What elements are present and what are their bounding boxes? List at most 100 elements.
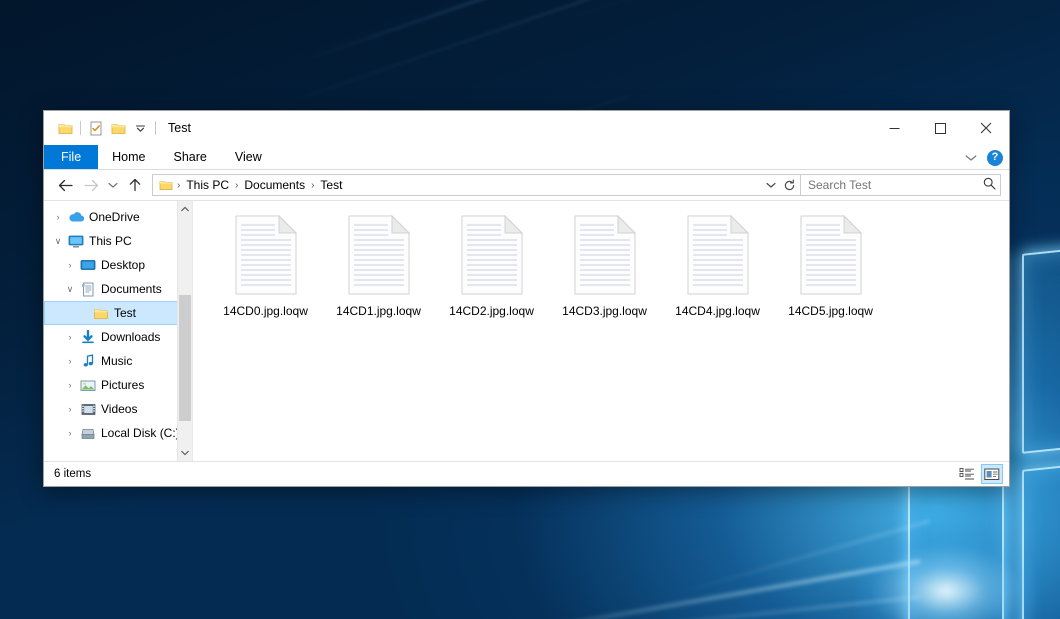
sidebar-item-pictures[interactable]: › Pictures [44,373,192,397]
sidebar-item-onedrive[interactable]: › OneDrive [44,205,192,229]
file-item[interactable]: 14CD4.jpg.loqw [661,215,774,318]
folder-icon [91,307,111,320]
details-view-button[interactable] [956,464,978,484]
forward-button[interactable] [78,173,104,197]
file-name-label: 14CD2.jpg.loqw [449,304,534,318]
generic-document-icon [235,215,297,295]
status-bar: 6 items [44,461,1009,486]
back-button[interactable] [52,173,78,197]
tab-share[interactable]: Share [160,145,221,169]
scroll-up-arrow-icon[interactable] [178,201,192,217]
address-bar-row: › This PC › Documents › Test [44,170,1009,200]
breadcrumb: › This PC › Documents › Test [157,175,762,195]
ribbon-right-controls: ? [965,145,1003,170]
sidebar-item-label: OneDrive [86,210,140,224]
close-button[interactable] [963,111,1009,145]
generic-document-icon [687,215,749,295]
chevron-down-icon[interactable] [129,117,151,139]
breadcrumb-folder-icon [157,179,176,191]
file-item[interactable]: 14CD3.jpg.loqw [548,215,661,318]
generic-document-icon [574,215,636,295]
tab-home[interactable]: Home [98,145,159,169]
toolbar-separator [155,121,156,135]
search-icon[interactable] [983,177,996,193]
window-title: Test [168,121,191,135]
window-controls [871,111,1009,145]
chevron-right-icon[interactable]: › [62,380,78,390]
sidebar-item-this-pc[interactable]: ∨ This PC [44,229,192,253]
chevron-right-icon[interactable]: › [62,260,78,270]
sidebar-item-downloads[interactable]: › Downloads [44,325,192,349]
chevron-right-icon[interactable]: › [62,332,78,342]
chevron-down-icon[interactable]: ∨ [62,284,78,295]
search-input[interactable] [808,178,983,192]
sidebar-item-test[interactable]: Test [44,301,192,325]
folder-tree: › OneDrive ∨ [44,205,192,461]
scrollbar-thumb[interactable] [179,295,191,421]
new-folder-icon[interactable] [107,117,129,139]
file-item[interactable]: 14CD2.jpg.loqw [435,215,548,318]
sidebar-item-music[interactable]: › Music [44,349,192,373]
folder-icon[interactable] [54,117,76,139]
generic-document-icon [348,215,410,295]
chevron-down-icon[interactable]: ∨ [50,236,66,247]
sidebar-item-local-disk-c[interactable]: › Local Disk (C:) [44,421,192,445]
file-list-pane[interactable]: 14CD0.jpg.loqw 14CD1.jpg.loqw [193,201,1009,461]
desktop-icon [78,259,98,272]
sidebar-item-desktop[interactable]: › Desktop [44,253,192,277]
up-button[interactable] [122,173,148,197]
sidebar-item-videos[interactable]: › Videos [44,397,192,421]
scrollbar-track[interactable] [178,217,192,445]
expand-ribbon-chevron-down-icon[interactable] [965,151,977,165]
disk-icon [78,427,98,440]
file-name-label: 14CD4.jpg.loqw [675,304,760,318]
item-count-label: 6 items [54,468,956,480]
breadcrumb-item-test[interactable]: Test [315,175,347,195]
breadcrumb-item-documents[interactable]: Documents [239,175,310,195]
file-item[interactable]: 14CD0.jpg.loqw [209,215,322,318]
file-name-label: 14CD1.jpg.loqw [336,304,421,318]
sidebar-item-label: Pictures [98,378,144,392]
download-icon [78,330,98,344]
maximize-button[interactable] [917,111,963,145]
chevron-right-icon[interactable]: › [50,212,66,222]
chevron-right-icon[interactable]: › [62,356,78,366]
file-name-label: 14CD0.jpg.loqw [223,304,308,318]
pictures-icon [78,379,98,392]
file-name-label: 14CD3.jpg.loqw [562,304,647,318]
sidebar-item-label: This PC [86,234,132,248]
tab-file[interactable]: File [44,145,98,169]
large-icons-view-button[interactable] [981,464,1003,484]
minimize-button[interactable] [871,111,917,145]
sidebar-scrollbar[interactable] [177,201,192,461]
videos-icon [78,403,98,416]
help-icon[interactable]: ? [987,150,1003,166]
documents-icon [78,282,98,297]
sidebar-item-documents[interactable]: ∨ Documents [44,277,192,301]
generic-document-icon [800,215,862,295]
address-dropdown-chevron-down-icon[interactable] [762,175,780,195]
file-explorer-window: Test File Home Share View ? [43,110,1010,487]
refresh-icon[interactable] [780,175,798,195]
sidebar-item-label: Videos [98,402,137,416]
title-bar: Test [44,111,1009,145]
generic-document-icon [461,215,523,295]
file-item[interactable]: 14CD5.jpg.loqw [774,215,887,318]
recent-locations-chevron-down-icon[interactable] [104,173,122,197]
file-name-label: 14CD5.jpg.loqw [788,304,873,318]
search-box[interactable] [801,174,1001,196]
navigation-pane: › OneDrive ∨ [44,201,193,461]
scroll-down-arrow-icon[interactable] [178,445,192,461]
windows-logo-pane [1022,238,1060,454]
breadcrumb-item-this-pc[interactable]: This PC [181,175,234,195]
properties-icon[interactable] [85,117,107,139]
chevron-right-icon[interactable]: › [62,428,78,438]
sidebar-item-label: Local Disk (C:) [98,426,180,440]
tab-view[interactable]: View [221,145,276,169]
file-item[interactable]: 14CD1.jpg.loqw [322,215,435,318]
address-bar[interactable]: › This PC › Documents › Test [152,174,801,196]
chevron-right-icon[interactable]: › [62,404,78,414]
toolbar-separator [80,121,81,135]
sidebar-item-label: Test [111,306,136,320]
file-grid: 14CD0.jpg.loqw 14CD1.jpg.loqw [209,215,1009,318]
